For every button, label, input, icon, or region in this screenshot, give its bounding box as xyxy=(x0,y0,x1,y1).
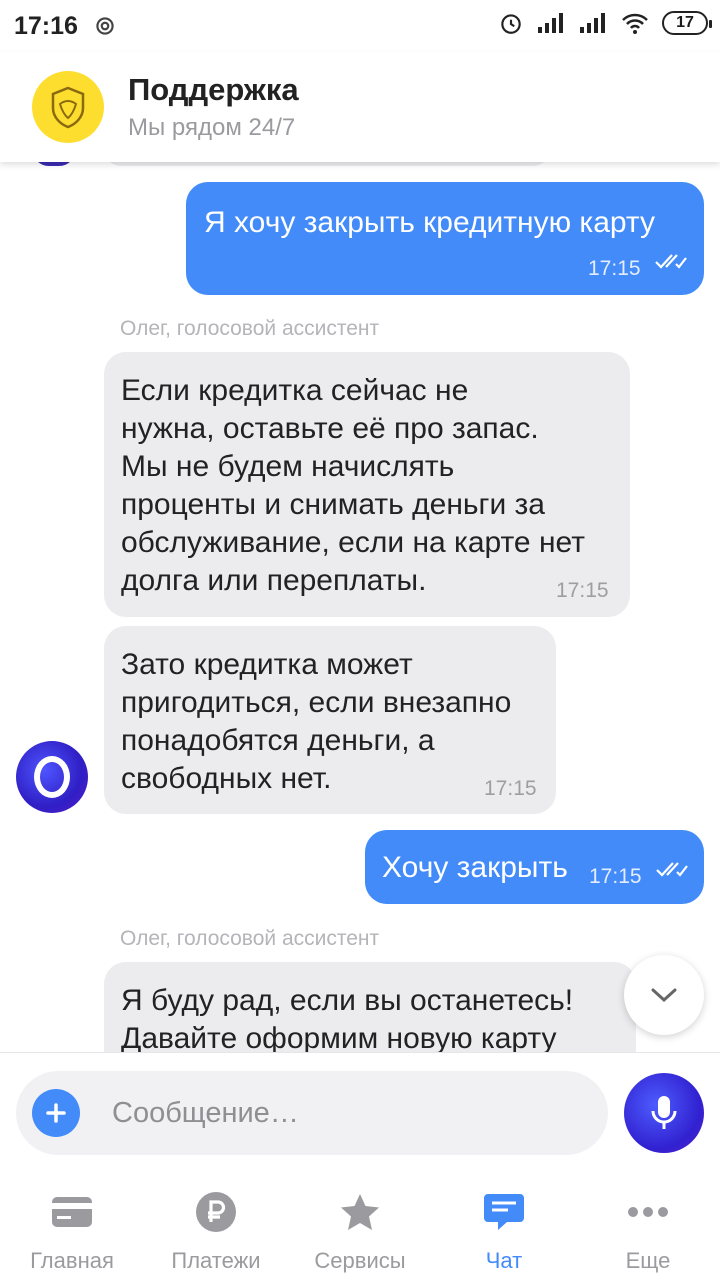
header-subtitle: Мы рядом 24/7 xyxy=(128,114,296,141)
add-attachment-button[interactable] xyxy=(32,1089,80,1137)
double-check-icon xyxy=(655,254,687,269)
header-title: Поддержка xyxy=(128,72,299,107)
assistant-avatar xyxy=(16,741,88,813)
scroll-down-button[interactable] xyxy=(624,955,704,1035)
message-text: Я буду рад, если вы останетесь! Давайте … xyxy=(121,984,574,1052)
message-time: 17:15 xyxy=(484,777,537,800)
message-bubble-outgoing[interactable]: Я хочу закрыть кредитную карту 17:15 xyxy=(186,182,704,295)
bottom-navigation: Главная Платежи Сервисы Чат Еще xyxy=(0,1172,720,1280)
microphone-icon xyxy=(651,1096,677,1129)
message-time: 17:15 xyxy=(589,865,642,888)
nav-item-services[interactable]: Сервисы xyxy=(288,1172,432,1280)
card-icon xyxy=(50,1190,94,1234)
message-bubble-incoming[interactable]: Зато кредитка может пригодиться, если вн… xyxy=(104,626,556,814)
plus-icon xyxy=(46,1103,66,1123)
status-bar: 17:16 17 xyxy=(0,0,720,52)
assistant-avatar xyxy=(32,162,76,166)
signal-icon xyxy=(538,13,563,33)
battery-level: 17 xyxy=(676,14,694,31)
nav-label: Сервисы xyxy=(314,1248,406,1273)
nav-label: Чат xyxy=(485,1248,523,1273)
chat-icon xyxy=(482,1190,526,1234)
wifi-icon xyxy=(622,13,648,34)
double-check-icon xyxy=(656,862,688,877)
sender-name: Олег, голосовой ассистент xyxy=(120,927,380,950)
nav-item-chat[interactable]: Чат xyxy=(432,1172,576,1280)
bank-logo[interactable] xyxy=(32,71,104,143)
ruble-icon xyxy=(194,1190,238,1234)
nav-item-home[interactable]: Главная xyxy=(0,1172,144,1280)
message-time: 17:15 xyxy=(588,257,641,280)
nav-label: Платежи xyxy=(171,1248,261,1273)
battery-icon: 17 xyxy=(662,11,712,35)
nav-item-payments[interactable]: Платежи xyxy=(144,1172,288,1280)
message-input-wrapper xyxy=(16,1071,608,1155)
message-composer xyxy=(0,1052,720,1172)
message-bubble-outgoing[interactable]: Хочу закрыть 17:15 xyxy=(365,830,704,904)
more-icon xyxy=(626,1190,670,1234)
shield-emblem-icon xyxy=(51,86,85,129)
chevron-down-icon xyxy=(651,988,677,1003)
message-bubble-incoming[interactable]: Я буду рад, если вы останетесь! Давайте … xyxy=(104,962,636,1052)
nav-label: Еще xyxy=(625,1248,671,1273)
chat-header: Поддержка Мы рядом 24/7 xyxy=(0,52,720,162)
voice-input-button[interactable] xyxy=(624,1073,704,1153)
message-text: Хочу закрыть xyxy=(382,851,568,884)
chat-messages[interactable]: Я хочу закрыть кредитную карту 17:15 Оле… xyxy=(0,162,720,1052)
gear-icon xyxy=(96,17,114,35)
sender-name: Олег, голосовой ассистент xyxy=(120,317,380,340)
message-time: 17:15 xyxy=(556,579,609,602)
message-text: Я хочу закрыть кредитную карту xyxy=(204,206,655,239)
alarm-icon xyxy=(501,14,521,34)
nav-label: Главная xyxy=(30,1248,114,1273)
star-icon xyxy=(338,1190,382,1234)
signal-icon xyxy=(580,13,605,33)
status-time: 17:16 xyxy=(14,11,78,40)
nav-item-more[interactable]: Еще xyxy=(576,1172,720,1280)
message-bubble-incoming[interactable]: Если кредитка сейчас не нужна, оставьте … xyxy=(104,352,630,617)
message-text: Зато кредитка может пригодиться, если вн… xyxy=(121,648,512,795)
message-bubble-incoming xyxy=(104,162,550,166)
letter-o-icon xyxy=(34,756,70,798)
message-text: Если кредитка сейчас не нужна, оставьте … xyxy=(121,374,585,597)
message-input[interactable] xyxy=(112,1096,582,1130)
